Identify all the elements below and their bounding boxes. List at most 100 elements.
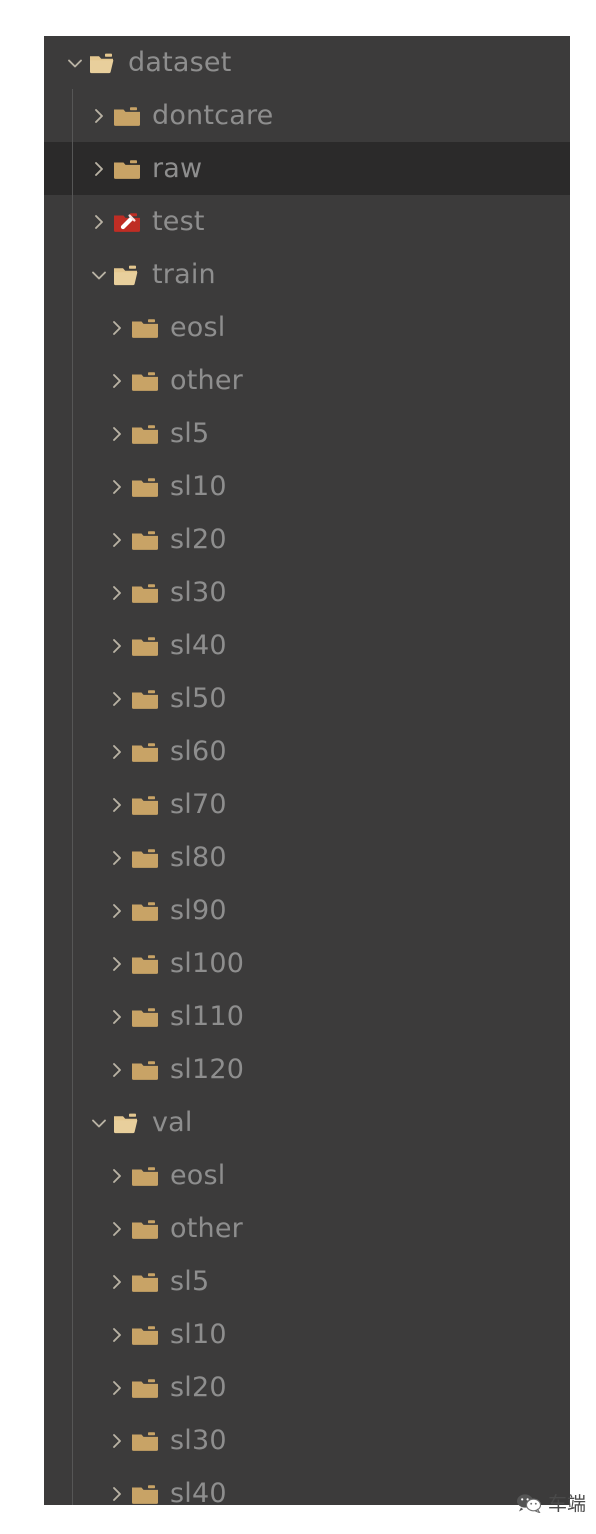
tree-item-label: dontcare — [152, 99, 274, 131]
tree-item-label: dataset — [128, 46, 232, 78]
chevron-right-icon[interactable] — [104, 1269, 130, 1295]
chevron-right-icon[interactable] — [104, 686, 130, 712]
tree-item-label: sl50 — [170, 682, 227, 714]
tree-item-sl100[interactable]: sl100 — [44, 937, 570, 990]
tree-item-sl120[interactable]: sl120 — [44, 1043, 570, 1096]
tree-item-sl40[interactable]: sl40 — [44, 619, 570, 672]
tree-item-label: sl30 — [170, 576, 227, 608]
chevron-right-icon[interactable] — [104, 527, 130, 553]
tree-item-label: sl10 — [170, 1318, 227, 1350]
folder-closed-icon — [130, 525, 160, 555]
file-explorer-panel[interactable]: dataset dontcare raw test train eosl other sl5 s… — [44, 36, 570, 1505]
folder-closed-icon — [130, 1426, 160, 1456]
tree-item-sl50[interactable]: sl50 — [44, 672, 570, 725]
tree-item-label: train — [152, 258, 216, 290]
tree-item-sl60[interactable]: sl60 — [44, 725, 570, 778]
tree-item-val[interactable]: val — [44, 1096, 570, 1149]
indent-guide — [72, 884, 73, 937]
folder-closed-icon — [130, 790, 160, 820]
chevron-right-icon[interactable] — [104, 315, 130, 341]
chevron-right-icon[interactable] — [104, 474, 130, 500]
tree-item-dontcare[interactable]: dontcare — [44, 89, 570, 142]
tree-item-eosl[interactable]: eosl — [44, 301, 570, 354]
folder-closed-icon — [130, 313, 160, 343]
indent-guide — [72, 1043, 73, 1096]
tree-item-sl90[interactable]: sl90 — [44, 884, 570, 937]
indent-guide — [72, 89, 73, 142]
chevron-right-icon[interactable] — [104, 580, 130, 606]
tree-item-raw[interactable]: raw — [44, 142, 570, 195]
chevron-right-icon[interactable] — [86, 156, 112, 182]
folder-closed-icon — [130, 1479, 160, 1506]
tree-item-label: sl5 — [170, 417, 210, 449]
chevron-right-icon[interactable] — [104, 421, 130, 447]
chevron-right-icon[interactable] — [104, 633, 130, 659]
chevron-right-icon[interactable] — [104, 1481, 130, 1506]
tree-item-sl70[interactable]: sl70 — [44, 778, 570, 831]
tree-item-eosl[interactable]: eosl — [44, 1149, 570, 1202]
tree-item-other[interactable]: other — [44, 354, 570, 407]
folder-closed-icon — [130, 1002, 160, 1032]
chevron-down-icon[interactable] — [86, 262, 112, 288]
tree-item-sl80[interactable]: sl80 — [44, 831, 570, 884]
tree-item-sl5[interactable]: sl5 — [44, 407, 570, 460]
folder-closed-icon — [112, 154, 142, 184]
folder-closed-icon — [130, 631, 160, 661]
tree-item-sl30[interactable]: sl30 — [44, 1414, 570, 1467]
chevron-right-icon[interactable] — [104, 368, 130, 394]
indent-guide — [72, 1202, 73, 1255]
tree-item-other[interactable]: other — [44, 1202, 570, 1255]
chevron-right-icon[interactable] — [104, 1375, 130, 1401]
indent-guide — [72, 778, 73, 831]
chevron-right-icon[interactable] — [86, 209, 112, 235]
indent-guide — [72, 1096, 73, 1149]
tree-item-label: sl120 — [170, 1053, 245, 1085]
chevron-right-icon[interactable] — [104, 1057, 130, 1083]
indent-guide — [72, 1467, 73, 1505]
folder-closed-icon — [130, 366, 160, 396]
tree-item-sl10[interactable]: sl10 — [44, 460, 570, 513]
tree-item-train[interactable]: train — [44, 248, 570, 301]
folder-closed-icon — [130, 949, 160, 979]
folder-closed-icon — [130, 843, 160, 873]
chevron-right-icon[interactable] — [104, 792, 130, 818]
chevron-right-icon[interactable] — [104, 845, 130, 871]
tree-item-label: other — [170, 364, 243, 396]
indent-guide — [72, 1361, 73, 1414]
wechat-watermark: 车端 — [516, 1489, 586, 1516]
tree-item-sl40[interactable]: sl40 — [44, 1467, 570, 1505]
folder-closed-icon — [130, 684, 160, 714]
chevron-right-icon[interactable] — [104, 1428, 130, 1454]
chevron-right-icon[interactable] — [104, 1004, 130, 1030]
chevron-right-icon[interactable] — [104, 898, 130, 924]
chevron-right-icon[interactable] — [104, 951, 130, 977]
tree-item-sl30[interactable]: sl30 — [44, 566, 570, 619]
tree-item-label: sl20 — [170, 523, 227, 555]
chevron-right-icon[interactable] — [104, 1322, 130, 1348]
tree-item-sl110[interactable]: sl110 — [44, 990, 570, 1043]
file-tree[interactable]: dataset dontcare raw test train eosl other sl5 s… — [44, 36, 570, 1505]
tree-item-label: sl90 — [170, 894, 227, 926]
tree-item-label: sl70 — [170, 788, 227, 820]
chevron-right-icon[interactable] — [104, 1216, 130, 1242]
tree-item-dataset[interactable]: dataset — [44, 36, 570, 89]
folder-closed-icon — [112, 101, 142, 131]
indent-guide — [72, 301, 73, 354]
folder-closed-icon — [130, 1373, 160, 1403]
chevron-right-icon[interactable] — [104, 1163, 130, 1189]
tree-item-sl5[interactable]: sl5 — [44, 1255, 570, 1308]
indent-guide — [72, 619, 73, 672]
chevron-right-icon[interactable] — [104, 739, 130, 765]
tree-item-sl20[interactable]: sl20 — [44, 513, 570, 566]
tree-item-label: sl60 — [170, 735, 227, 767]
tree-item-sl10[interactable]: sl10 — [44, 1308, 570, 1361]
chevron-down-icon[interactable] — [62, 50, 88, 76]
folder-closed-icon — [130, 1161, 160, 1191]
folder-closed-icon — [130, 896, 160, 926]
tree-item-test[interactable]: test — [44, 195, 570, 248]
indent-guide — [72, 672, 73, 725]
chevron-right-icon[interactable] — [86, 103, 112, 129]
chevron-down-icon[interactable] — [86, 1110, 112, 1136]
tree-item-sl20[interactable]: sl20 — [44, 1361, 570, 1414]
indent-guide — [72, 460, 73, 513]
